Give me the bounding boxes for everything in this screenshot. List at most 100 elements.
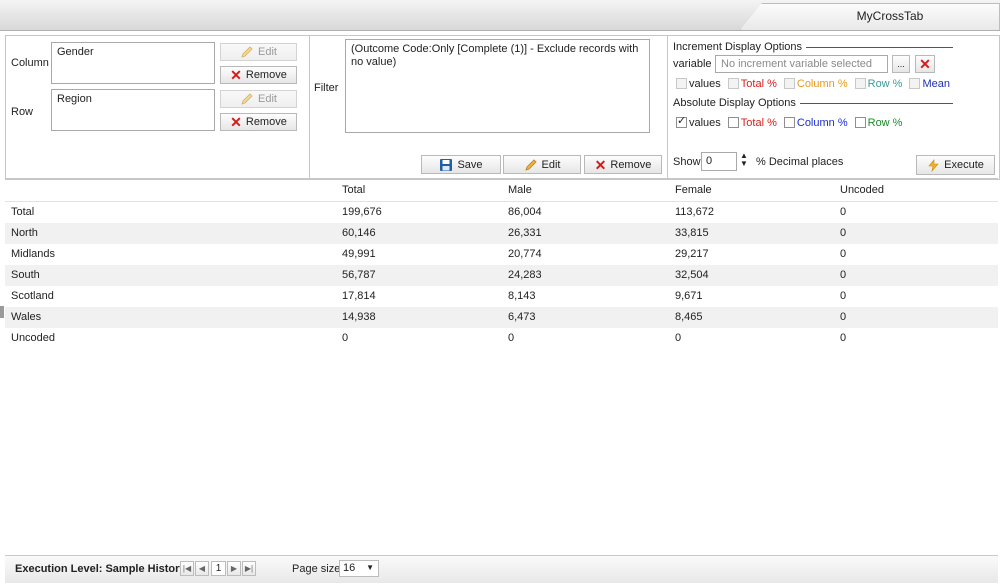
first-page-icon[interactable]: |◀ (180, 561, 194, 576)
close-icon: ✕ (230, 114, 242, 130)
checkbox-box (727, 117, 739, 128)
column-field[interactable]: Gender (51, 42, 215, 84)
filter-text-field[interactable]: (Outcome Code:Only [Complete (1)] - Excl… (345, 39, 650, 133)
filter-remove-button[interactable]: ✕ Remove (584, 155, 662, 174)
header-cell[interactable]: Uncoded (840, 184, 884, 196)
column-edit-button[interactable]: Edit (220, 43, 297, 61)
table-row[interactable]: South 56,787 24,283 32,504 0 (5, 265, 998, 286)
close-icon: ✕ (919, 56, 931, 72)
tab-title: MyCrossTab (856, 9, 924, 23)
table-cell: 86,004 (508, 206, 542, 218)
table-cell: 113,672 (675, 206, 714, 218)
column-remove-label: Remove (245, 69, 287, 81)
execution-level: Execution Level: Sample History (15, 563, 186, 575)
clear-variable-button[interactable]: ✕ (915, 55, 935, 73)
checkbox-box (854, 117, 866, 128)
execute-button[interactable]: Execute (916, 155, 995, 175)
previous-page-icon[interactable]: ◀ (195, 561, 209, 576)
row-edit-label: Edit (258, 93, 277, 105)
table-row[interactable]: Wales 14,938 6,473 8,465 0 (5, 307, 998, 328)
decimal-spinner[interactable]: ▲ ▼ (740, 152, 748, 171)
checkbox-box (783, 117, 795, 128)
decimal-places-label: % Decimal places (756, 156, 844, 168)
current-page[interactable]: 1 (211, 561, 226, 576)
table-cell: 0 (840, 248, 847, 260)
table-cell: 8,143 (508, 290, 536, 302)
column-label: Column (11, 57, 49, 69)
row-label-cell: North (11, 227, 38, 239)
absolute-values-checkbox[interactable]: values (676, 114, 721, 129)
increment-options-header: Increment Display Options (673, 41, 953, 53)
browse-variable-button[interactable]: ... (892, 55, 910, 73)
absolute-total-pct-checkbox[interactable]: Total % (727, 117, 777, 129)
table-cell: 56,787 (342, 269, 376, 281)
table-cell: 20,774 (508, 248, 542, 260)
table-cell: 17,814 (342, 290, 376, 302)
increment-column-pct-checkbox[interactable]: Column % (783, 78, 848, 90)
table-row[interactable]: Total 199,676 86,004 113,672 0 (5, 202, 998, 223)
table-row[interactable]: Midlands 49,991 20,774 29,217 0 (5, 244, 998, 265)
row-remove-label: Remove (245, 116, 287, 128)
absolute-column-pct-checkbox[interactable]: Column % (783, 117, 848, 129)
row-edit-button[interactable]: Edit (220, 90, 297, 108)
checkbox-box (854, 78, 866, 89)
next-page-icon[interactable]: ▶ (227, 561, 241, 576)
pencil-icon (524, 158, 537, 171)
checkbox-box (676, 114, 687, 128)
absolute-options-title: Absolute Display Options (673, 97, 796, 109)
row-remove-button[interactable]: ✕ Remove (220, 113, 297, 131)
checkbox-box (676, 78, 687, 89)
row-label: Row (11, 106, 34, 118)
page-size-select[interactable]: 16 ▼ (339, 560, 379, 577)
table-cell: 0 (840, 269, 847, 281)
filter-edit-button[interactable]: Edit (503, 155, 581, 174)
close-icon: ✕ (230, 67, 242, 83)
increment-row-pct-checkbox[interactable]: Row % (854, 78, 902, 90)
chevron-down-icon: ▼ (366, 563, 374, 572)
table-row[interactable]: North 60,146 26,331 33,815 0 (5, 223, 998, 244)
absolute-row-pct-checkbox[interactable]: Row % (854, 117, 902, 129)
grid-header: Total Male Female Uncoded (5, 180, 998, 202)
table-cell: 32,504 (675, 269, 709, 281)
table-cell: 0 (342, 332, 349, 344)
last-page-icon[interactable]: ▶| (242, 561, 256, 576)
filter-label: Filter (314, 82, 339, 94)
header-cell[interactable]: Total (342, 184, 365, 196)
grid-footer: Execution Level: Sample History |◀ ◀ 1 ▶… (5, 555, 998, 583)
filter-save-button[interactable]: Save (421, 155, 501, 174)
absolute-options-header: Absolute Display Options (673, 97, 953, 109)
increment-variable-input[interactable]: No increment variable selected (715, 55, 888, 73)
table-cell: 33,815 (675, 227, 709, 239)
increment-options-title: Increment Display Options (673, 41, 802, 53)
decimal-places-input[interactable]: 0 (701, 152, 737, 171)
close-icon: ✕ (594, 156, 607, 173)
table-row[interactable]: Scotland 17,814 8,143 9,671 0 (5, 286, 998, 307)
filter-edit-label: Edit (541, 158, 561, 171)
show-label: Show (673, 156, 701, 168)
header-cell[interactable]: Female (675, 184, 712, 196)
row-label-cell: South (11, 269, 40, 281)
page-size-value: 16 (343, 562, 356, 574)
table-row[interactable]: Uncoded 0 0 0 0 (5, 328, 998, 349)
table-cell: 199,676 (342, 206, 382, 218)
row-label-cell: Uncoded (11, 332, 56, 344)
table-cell: 0 (675, 332, 682, 344)
table-cell: 14,938 (342, 311, 376, 323)
checkbox-box (909, 78, 921, 89)
increment-values-checkbox[interactable]: values (676, 78, 721, 90)
spinner-down-icon[interactable]: ▼ (740, 160, 748, 168)
header-cell[interactable]: Male (508, 184, 532, 196)
table-cell: 0 (840, 227, 847, 239)
increment-total-pct-checkbox[interactable]: Total % (727, 78, 777, 90)
grid-resize-handle[interactable] (0, 306, 4, 318)
column-edit-label: Edit (258, 46, 277, 58)
table-cell: 0 (840, 290, 847, 302)
column-remove-button[interactable]: ✕ Remove (220, 66, 297, 84)
pencil-icon (241, 93, 253, 105)
increment-mean-checkbox[interactable]: Mean (909, 78, 950, 90)
row-field[interactable]: Region (51, 89, 215, 131)
table-cell: 60,146 (342, 227, 376, 239)
filter-remove-label: Remove (610, 158, 652, 171)
table-cell: 29,217 (675, 248, 709, 260)
variable-label: variable (673, 58, 712, 70)
